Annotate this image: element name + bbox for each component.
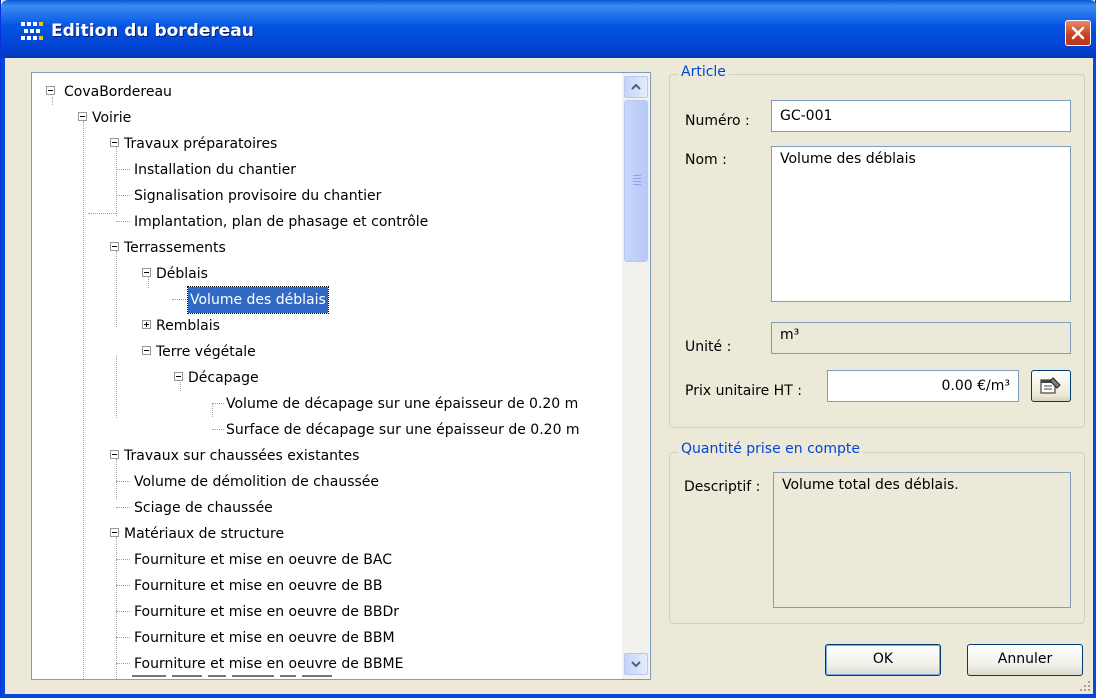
collapse-icon[interactable] xyxy=(110,450,119,459)
descriptif-label: Descriptif : xyxy=(684,479,761,495)
tree-item-label: Fourniture et mise en oeuvre de BB xyxy=(134,578,383,594)
unite-label: Unité : xyxy=(685,339,732,355)
collapse-icon[interactable] xyxy=(46,86,55,95)
collapse-icon[interactable] xyxy=(110,528,119,537)
window-frame-left xyxy=(1,58,5,698)
tree-vertical-scrollbar[interactable] xyxy=(622,73,650,679)
tree-item-label: Sciage de chaussée xyxy=(134,500,273,516)
title-bar[interactable]: Edition du bordereau xyxy=(1,0,1096,58)
bordereau-tree[interactable]: CovaBordereau Voirie Travaux préparatoir… xyxy=(31,72,651,680)
collapse-icon[interactable] xyxy=(110,242,119,251)
chevron-down-icon xyxy=(631,661,641,668)
tree-item-label: Volume des déblais xyxy=(187,286,329,314)
prix-label: Prix unitaire HT : xyxy=(685,383,802,399)
collapse-icon[interactable] xyxy=(174,372,183,381)
tree-item-partially-visible[interactable] xyxy=(132,673,432,679)
tree-item-label: Fourniture et mise en oeuvre de BAC xyxy=(134,552,393,568)
nom-textarea[interactable]: Volume des déblais xyxy=(771,146,1071,302)
descriptif-field: Volume total des déblais. xyxy=(773,472,1071,608)
tree-item-label: Volume de décapage sur une épaisseur de … xyxy=(226,396,579,412)
tree-item-label: Implantation, plan de phasage et contrôl… xyxy=(134,214,429,230)
unite-field: m³ xyxy=(771,322,1071,354)
tree-item-label: Volume de démolition de chaussée xyxy=(134,474,380,490)
tree-item-label: Installation du chantier xyxy=(134,162,296,178)
numero-input[interactable] xyxy=(771,100,1071,132)
properties-button[interactable] xyxy=(1031,370,1071,402)
tree-item-label: Surface de décapage sur une épaisseur de… xyxy=(226,422,580,438)
grid-app-icon xyxy=(21,22,43,40)
tree-item-label: Déblais xyxy=(156,266,208,282)
collapse-icon[interactable] xyxy=(142,346,151,355)
collapse-icon[interactable] xyxy=(110,138,119,147)
tree-item-label: Travaux préparatoires xyxy=(124,136,278,152)
scroll-up-button[interactable] xyxy=(624,76,648,98)
scroll-down-button[interactable] xyxy=(624,653,648,675)
tree-item-label: Décapage xyxy=(188,370,259,386)
tree-item-label: Travaux sur chaussées existantes xyxy=(124,448,360,464)
collapse-icon[interactable] xyxy=(142,268,151,277)
dialog-window: Edition du bordereau CovaBordereau Voiri… xyxy=(0,0,1096,698)
tree-item-label: Remblais xyxy=(156,318,220,334)
chevron-up-icon xyxy=(631,83,641,90)
window-frame-bottom xyxy=(1,694,1096,698)
nom-label: Nom : xyxy=(685,152,727,168)
resize-grip-icon[interactable] xyxy=(1077,678,1091,692)
tree-item-label: Terrassements xyxy=(124,240,226,256)
scroll-thumb[interactable] xyxy=(624,100,648,262)
window-title: Edition du bordereau xyxy=(51,21,254,41)
tree-item-label: Voirie xyxy=(92,110,132,126)
prix-input[interactable] xyxy=(827,370,1019,402)
tree-item-label: Fourniture et mise en oeuvre de BBDr xyxy=(134,604,400,620)
annuler-button[interactable]: Annuler xyxy=(967,644,1083,676)
tree-item-label: Signalisation provisoire du chantier xyxy=(134,188,382,204)
collapse-icon[interactable] xyxy=(78,112,87,121)
tree-item-label: Terre végétale xyxy=(156,344,256,360)
article-legend: Article xyxy=(678,64,729,80)
quantite-legend: Quantité prise en compte xyxy=(678,441,863,457)
expand-icon[interactable] xyxy=(142,320,151,329)
tree-item-label: Fourniture et mise en oeuvre de BBM xyxy=(134,630,395,646)
ok-button[interactable]: OK xyxy=(825,644,941,676)
numero-label: Numéro : xyxy=(685,113,750,129)
properties-icon xyxy=(1040,377,1061,394)
close-button[interactable] xyxy=(1065,20,1091,46)
tree-item-label: Matériaux de structure xyxy=(124,526,285,542)
close-icon xyxy=(1071,26,1085,40)
tree-item-label: CovaBordereau xyxy=(64,84,172,100)
